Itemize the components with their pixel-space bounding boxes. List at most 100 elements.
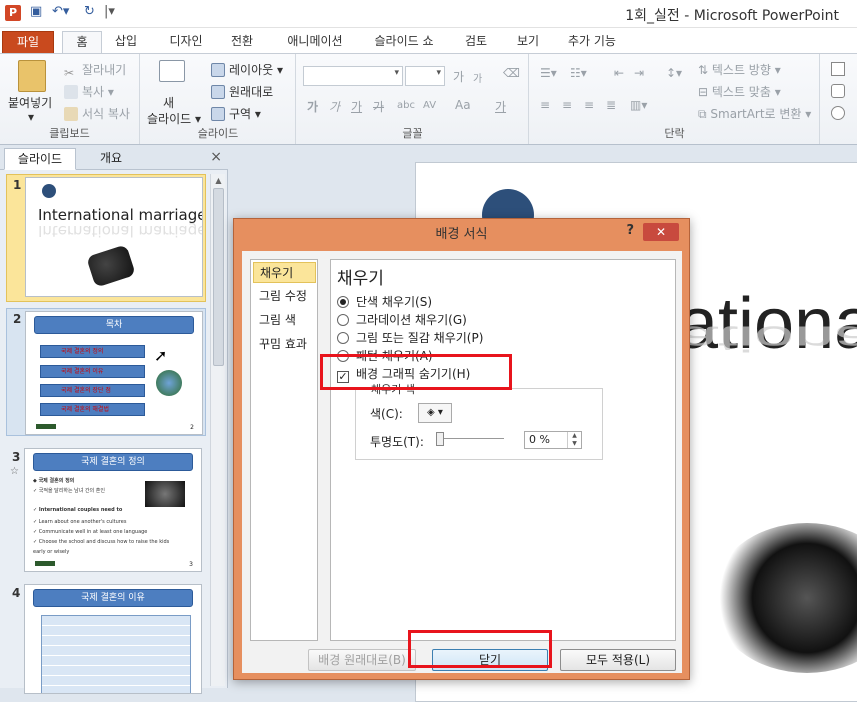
spacing-button[interactable]: AV	[423, 100, 436, 111]
line-spacing-icon[interactable]: ↕▾	[666, 66, 682, 80]
align-left-icon[interactable]: ≡	[540, 98, 550, 112]
color-picker-button[interactable]: ◈ ▾	[418, 403, 452, 423]
shape-rounded-icon[interactable]	[831, 84, 845, 98]
new-slide-icon[interactable]	[159, 60, 185, 82]
shrink-font-button[interactable]: 가	[473, 70, 482, 85]
apply-to-all-button[interactable]: 모두 적용(L)	[560, 649, 676, 671]
redo-icon[interactable]: ↻	[84, 4, 95, 19]
slide-thumbnail-4[interactable]: 국제 결혼의 이유	[24, 584, 202, 694]
reset-label: 원래대로	[229, 85, 274, 99]
layout-button[interactable]: 레이아웃 ▾	[211, 61, 283, 78]
transparency-slider-handle[interactable]	[436, 432, 444, 446]
thumb-line: ◆ 국제 결혼의 정의	[33, 478, 75, 484]
change-case-button[interactable]: Aa	[455, 98, 471, 112]
category-list: 채우기 그림 수정 그림 색 꾸밈 효과	[250, 259, 318, 641]
close-panel-icon[interactable]: ×	[210, 149, 222, 165]
powerpoint-app-icon[interactable]: P	[5, 5, 21, 21]
slide-panel: 슬라이드 개요 × 1 International marriage Inter…	[0, 146, 228, 694]
thumb-title: 목차	[34, 316, 194, 334]
cut-button[interactable]: ✂ 잘라내기	[64, 61, 126, 80]
thumb-table	[41, 615, 191, 693]
paste-dropdown-icon[interactable]: ▾	[28, 110, 34, 124]
tab-slides[interactable]: 슬라이드	[4, 148, 76, 170]
font-name-combo[interactable]: ▾	[303, 66, 403, 86]
undo-icon[interactable]: ↶▾	[52, 4, 69, 19]
paste-button[interactable]: 붙여넣기	[8, 94, 52, 111]
section-button[interactable]: 구역 ▾	[211, 105, 261, 122]
save-icon[interactable]: ▣	[30, 4, 42, 19]
tab-addins[interactable]: 추가 기능	[558, 31, 626, 54]
reset-icon	[211, 85, 225, 99]
hide-background-graphics-checkbox[interactable]: ✓ 배경 그래픽 숨기기(H)	[337, 365, 471, 383]
tab-insert[interactable]: 삽입	[106, 31, 146, 54]
new-slide-label-1[interactable]: 새	[163, 94, 174, 111]
reset-background-button[interactable]: 배경 원래대로(B)	[308, 649, 416, 671]
clear-format-icon[interactable]: ⌫	[503, 66, 520, 80]
slide-thumbnail-3[interactable]: 국제 결혼의 정의 ◆ 국제 결혼의 정의 ✓ 국적을 달리하는 남녀 간의 혼…	[24, 448, 202, 572]
text-direction-button[interactable]: ⇅ 텍스트 방향 ▾	[698, 61, 781, 78]
nav-picture-corrections[interactable]: 그림 수정	[253, 286, 316, 307]
justify-icon[interactable]: ≣	[606, 98, 616, 112]
panel-scrollbar[interactable]: ▲	[210, 174, 225, 686]
nav-fill[interactable]: 채우기	[253, 262, 316, 283]
spinner-arrows-icon[interactable]: ▲ ▼	[567, 432, 581, 448]
bullets-icon[interactable]: ☰▾	[540, 66, 557, 80]
scroll-up-icon[interactable]: ▲	[213, 176, 224, 185]
grow-font-button[interactable]: 가	[453, 68, 464, 85]
tab-view[interactable]: 보기	[508, 31, 548, 54]
section-icon	[211, 107, 225, 121]
paste-icon[interactable]	[18, 60, 46, 92]
font-color-button[interactable]: 가	[495, 98, 506, 115]
tab-home[interactable]: 홈	[62, 31, 102, 54]
transparency-slider-track[interactable]	[440, 438, 504, 439]
numbering-icon[interactable]: ☷▾	[570, 66, 587, 80]
smartart-button[interactable]: ⧉ SmartArt로 변환 ▾	[698, 105, 811, 122]
align-text-button[interactable]: ⊟ 텍스트 맞춤 ▾	[698, 83, 781, 100]
radio-icon	[337, 296, 349, 308]
slide-thumbnail-2[interactable]: 2 목차 국제 결혼의 정의 국제 결혼의 이유 국제 결혼의 장단 점 국제 …	[6, 308, 206, 436]
bold-button[interactable]: 가	[307, 98, 318, 115]
copy-button[interactable]: 복사 ▾	[64, 83, 114, 100]
align-right-icon[interactable]: ≡	[584, 98, 594, 112]
reset-slide-button[interactable]: 원래대로	[211, 83, 273, 100]
shape-oval-icon[interactable]	[831, 106, 845, 120]
close-dialog-button[interactable]: ✕	[643, 223, 679, 241]
slide-thumbnail-1[interactable]: 1 International marriage International m…	[6, 174, 206, 302]
increase-indent-icon[interactable]: ⇥	[634, 66, 644, 80]
tab-outline[interactable]: 개요	[78, 148, 144, 170]
nav-artistic-effects[interactable]: 꾸밈 효과	[253, 334, 316, 355]
thumb-line: ✓ Learn about one another's cultures	[33, 519, 127, 525]
format-painter-button[interactable]: 서식 복사	[64, 105, 130, 122]
color-label: 색(C):	[370, 407, 403, 421]
gradient-fill-option[interactable]: 그라데이션 채우기(G)	[337, 311, 467, 328]
piano-image	[712, 523, 857, 673]
picture-fill-option[interactable]: 그림 또는 질감 채우기(P)	[337, 329, 483, 346]
tab-slideshow[interactable]: 슬라이드 쇼	[364, 31, 444, 54]
columns-icon[interactable]: ▥▾	[630, 98, 647, 112]
italic-button[interactable]: 가	[329, 98, 340, 115]
paragraph-group: ☰▾ ☷▾ ⇤ ⇥ ↕▾ ⇅ 텍스트 방향 ▾ ≡ ≡ ≡ ≣ ▥▾ ⊟ 텍스트…	[530, 54, 820, 144]
underline-button[interactable]: 가	[351, 98, 362, 115]
clipboard-group: 붙여넣기 ▾ ✂ 잘라내기 복사 ▾ 서식 복사 클립보드	[0, 54, 140, 144]
strike-button[interactable]: 가	[373, 98, 384, 115]
align-center-icon[interactable]: ≡	[562, 98, 572, 112]
tab-transitions[interactable]: 전환	[222, 31, 262, 54]
solid-fill-option[interactable]: 단색 채우기(S)	[337, 293, 432, 310]
scroll-thumb[interactable]	[213, 188, 224, 366]
tab-review[interactable]: 검토	[456, 31, 496, 54]
paragraph-group-label: 단락	[664, 127, 685, 140]
help-icon[interactable]: ?	[626, 223, 634, 238]
thumb-title-reflection: International marriage	[38, 222, 203, 240]
font-size-combo[interactable]: ▾	[405, 66, 445, 86]
tab-design[interactable]: 디자인	[160, 31, 212, 54]
nav-picture-color[interactable]: 그림 색	[253, 310, 316, 331]
tab-file[interactable]: 파일	[2, 31, 54, 54]
shadow-button[interactable]: abc	[397, 100, 415, 111]
slide-number: 2	[13, 312, 22, 326]
shape-rect-icon[interactable]	[831, 62, 845, 76]
tab-animations[interactable]: 애니메이션	[278, 31, 352, 54]
decrease-indent-icon[interactable]: ⇤	[614, 66, 624, 80]
toc-item: 국제 결혼의 장단 점	[40, 384, 145, 397]
transparency-spinner[interactable]: 0 % ▲ ▼	[524, 431, 582, 449]
customize-qat-icon[interactable]: |▾	[104, 4, 115, 19]
